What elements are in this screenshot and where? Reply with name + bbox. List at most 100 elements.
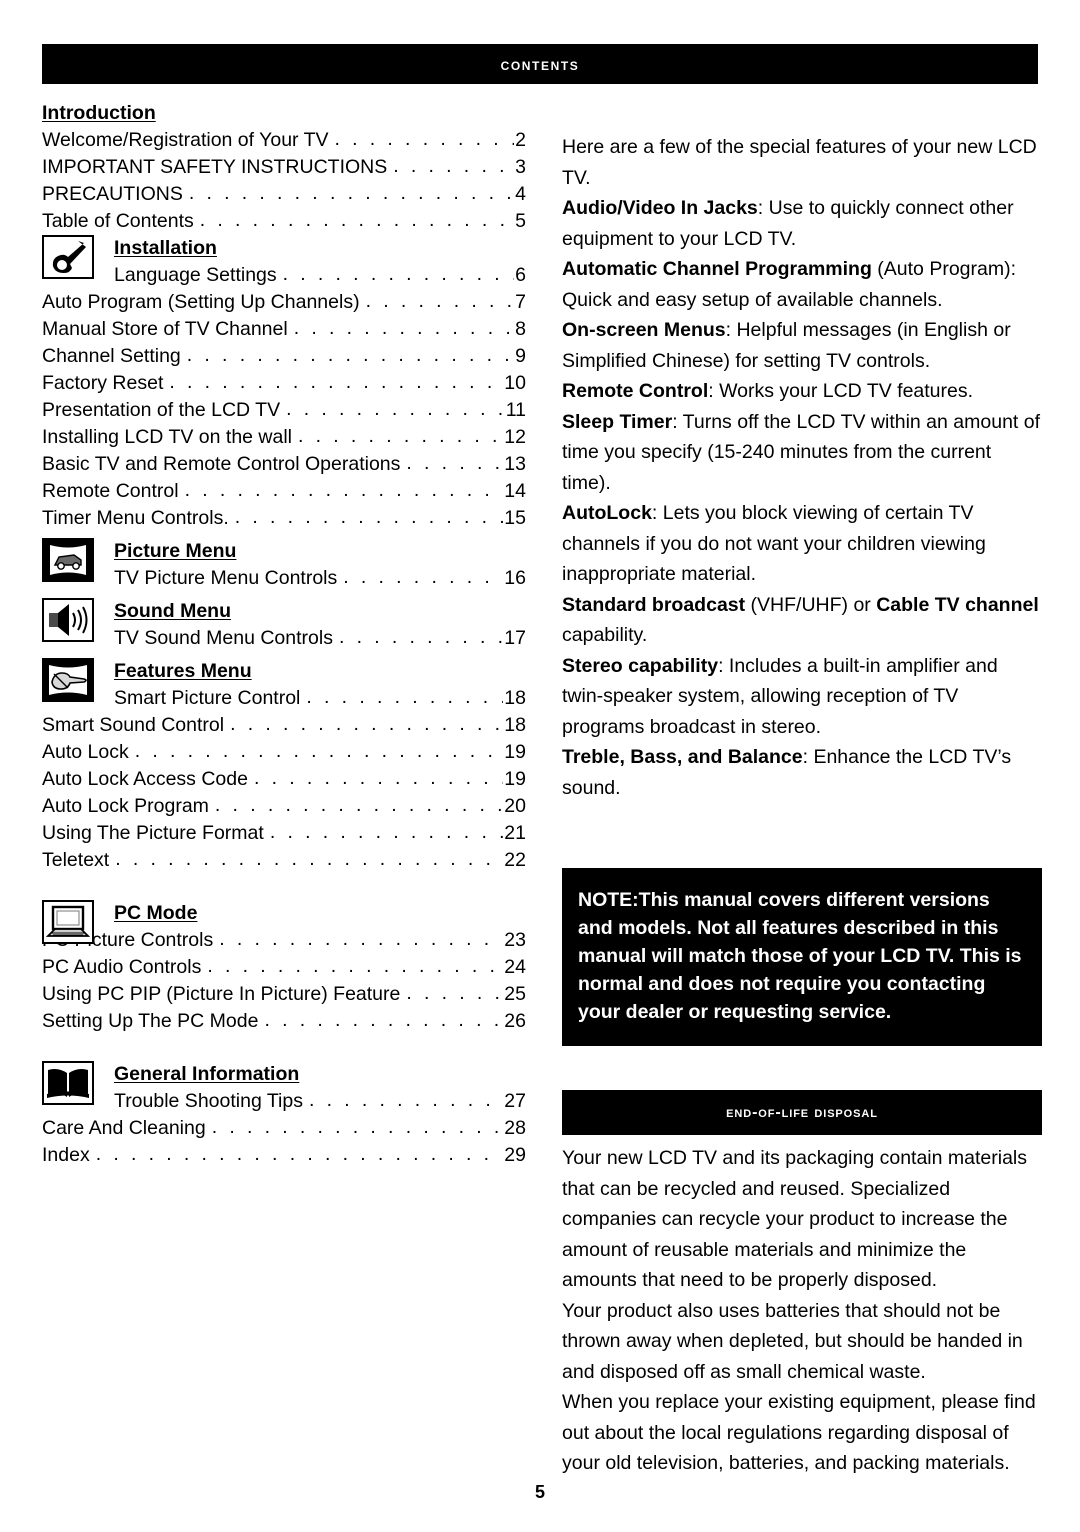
toc-dot-leader: . . . . . . . . . . . . . . . . . . . . … [406,982,504,1004]
feature-label-secondary: Cable TV channel [876,593,1039,616]
feature-item: Sleep Timer: Turns off the LCD TV within… [562,407,1042,499]
toc-entry[interactable]: IMPORTANT SAFETY INSTRUCTIONS. . . . . .… [42,154,526,181]
toc-entry[interactable]: Installing LCD TV on the wall. . . . . .… [42,424,526,451]
toc-entry[interactable]: Using PC PIP (Picture In Picture) Featur… [42,981,526,1008]
toc-entry-page: 26 [504,1010,526,1032]
page-number: 5 [534,1482,545,1502]
toc-entry-title: Auto Lock [42,741,129,763]
toc-entry[interactable]: Auto Lock Access Code. . . . . . . . . .… [42,766,526,793]
toc-entry-title: Manual Store of TV Channel [42,318,288,340]
toc-dot-leader: . . . . . . . . . . . . . . . . . . . . … [406,452,504,474]
toc-entry-title: TV Sound Menu Controls [114,627,333,649]
toc-entry[interactable]: Auto Program (Setting Up Channels). . . … [42,289,526,316]
feature-label: Automatic Channel Programming [562,258,872,280]
toc-entry[interactable]: Index. . . . . . . . . . . . . . . . . .… [42,1142,526,1169]
toc-entry-title: PRECAUTIONS [42,183,183,205]
toc-entry[interactable]: Table of Contents. . . . . . . . . . . .… [42,208,526,235]
toc-entry-title: Care And Cleaning [42,1117,206,1139]
wrench-icon [42,235,94,279]
feature-label: On-screen Menus [562,319,726,341]
end-of-life-body: Your new LCD TV and its packaging contai… [562,1143,1046,1479]
toc-entry[interactable]: TV Picture Menu Controls. . . . . . . . … [42,565,526,592]
toc-entry[interactable]: Smart Sound Control. . . . . . . . . . .… [42,712,526,739]
toc-section-heading: General Information [114,1063,300,1085]
toc-entry-page: 10 [504,372,526,394]
toc-entry-title: Remote Control [42,480,179,502]
toc-dot-leader: . . . . . . . . . . . . . . . . . . . . … [134,740,504,762]
toc-entry[interactable]: Auto Lock Program. . . . . . . . . . . .… [42,793,526,820]
toc-dot-leader: . . . . . . . . . . . . . . . . . . . . … [253,767,503,789]
toc-entry[interactable]: Using The Picture Format. . . . . . . . … [42,820,526,847]
toc-entry-page: 18 [504,687,526,709]
toc-entry-page: 13 [504,453,526,475]
toc-entry[interactable]: Welcome/Registration of Your TV. . . . .… [42,127,526,154]
page-title: Contents [500,54,580,74]
toc-section: Picture Menu [42,538,526,582]
toc-section-heading: Sound Menu [114,600,231,622]
toc-entry-page: 16 [504,567,526,589]
toc-entry-page: 28 [504,1117,526,1139]
speaker-icon [42,598,94,642]
feature-item: Standard broadcast (VHF/UHF) or Cable TV… [562,590,1042,651]
toc-section: Features Menu [42,658,526,702]
toc-entry-page: 7 [515,291,526,313]
toc-dot-leader: . . . . . . . . . . . . . . . . . . . . … [219,928,503,950]
toc-entry[interactable]: Trouble Shooting Tips. . . . . . . . . .… [42,1088,526,1115]
toc-entry[interactable]: Auto Lock. . . . . . . . . . . . . . . .… [42,739,526,766]
feature-item: AutoLock: Lets you block viewing of cert… [562,498,1042,590]
note-callout-box: NOTE:This manual covers different versio… [562,868,1042,1046]
toc-dot-leader: . . . . . . . . . . . . . . . . . . . . … [184,479,504,501]
toc-entry-page: 24 [504,956,526,978]
feature-label: Stereo capability [562,654,719,677]
toc-entry-title: Using The Picture Format [42,822,264,844]
toc-dot-leader: . . . . . . . . . . . . . . . . . . . . … [169,371,503,393]
feature-text: : Works your LCD TV features. [708,380,974,402]
toc-entry[interactable]: Manual Store of TV Channel. . . . . . . … [42,316,526,343]
toc-entry[interactable]: Smart Picture Control. . . . . . . . . .… [42,685,526,712]
toc-entry[interactable]: Teletext. . . . . . . . . . . . . . . . … [42,847,526,874]
feature-label: Treble, Bass, and Balance [562,746,803,768]
toc-section: Installation [42,235,526,279]
toc-entry[interactable]: PC Audio Controls. . . . . . . . . . . .… [42,954,526,981]
feature-label: Sleep Timer [562,410,673,433]
feature-label: AutoLock [562,502,652,524]
toc-entry-page: 4 [515,183,526,205]
toc-entry[interactable]: Presentation of the LCD TV. . . . . . . … [42,397,526,424]
toc-entry-page: 17 [504,627,526,649]
toc-entry-page: 14 [504,480,526,502]
picture-tv-icon [42,538,94,582]
feature-label: Remote Control [562,380,709,402]
toc-entry[interactable]: PRECAUTIONS. . . . . . . . . . . . . . .… [42,181,526,208]
toc-entry[interactable]: Language Settings. . . . . . . . . . . .… [42,262,526,289]
feature-item: Stereo capability: Includes a built-in a… [562,651,1042,743]
toc-dot-leader: . . . . . . . . . . . . . . . . . . . . … [264,1009,503,1031]
toc-entry-title: Auto Program (Setting Up Channels) [42,291,360,313]
toc-entry[interactable]: Factory Reset. . . . . . . . . . . . . .… [42,370,526,397]
toc-entry-title: Language Settings [114,264,277,286]
toc-dot-leader: . . . . . . . . . . . . . . . . . . . . … [115,848,503,870]
toc-entry[interactable]: Channel Setting. . . . . . . . . . . . .… [42,343,526,370]
toc-entry-title: Smart Picture Control [114,687,301,709]
toc-entry[interactable]: Timer Menu Controls.. . . . . . . . . . … [42,505,526,532]
toc-dot-leader: . . . . . . . . . . . . . . . . . . . . … [282,263,515,285]
toc-entry-page: 6 [515,264,526,286]
toc-entry-page: 23 [504,929,526,951]
end-of-life-paragraph: Your product also uses batteries that sh… [562,1299,1023,1383]
toc-dot-leader: . . . . . . . . . . . . . . . . . . . . … [188,182,514,204]
toc-dot-leader: . . . . . . . . . . . . . . . . . . . . … [230,713,504,735]
toc-entry[interactable]: TV Sound Menu Controls. . . . . . . . . … [42,625,526,652]
toc-section-heading: PC Mode [114,902,198,924]
toc-dot-leader: . . . . . . . . . . . . . . . . . . . . … [293,317,515,339]
toc-entry[interactable]: Care And Cleaning. . . . . . . . . . . .… [42,1115,526,1142]
toc-entry-page: 19 [504,768,526,790]
toc-entry[interactable]: PC Picture Controls. . . . . . . . . . .… [42,927,526,954]
toc-entry[interactable]: Setting Up The PC Mode. . . . . . . . . … [42,1008,526,1035]
toc-entry[interactable]: Basic TV and Remote Control Operations. … [42,451,526,478]
toc-entry-page: 15 [504,507,526,529]
toc-entry[interactable]: Remote Control. . . . . . . . . . . . . … [42,478,526,505]
toc-dot-leader: . . . . . . . . . . . . . . . . . . . . … [298,425,503,447]
toc-entry-title: Setting Up The PC Mode [42,1010,259,1032]
end-of-life-heading: End-of-Life Disposal [726,1103,878,1121]
toc-entry-page: 19 [504,741,526,763]
toc-entry-page: 20 [504,795,526,817]
